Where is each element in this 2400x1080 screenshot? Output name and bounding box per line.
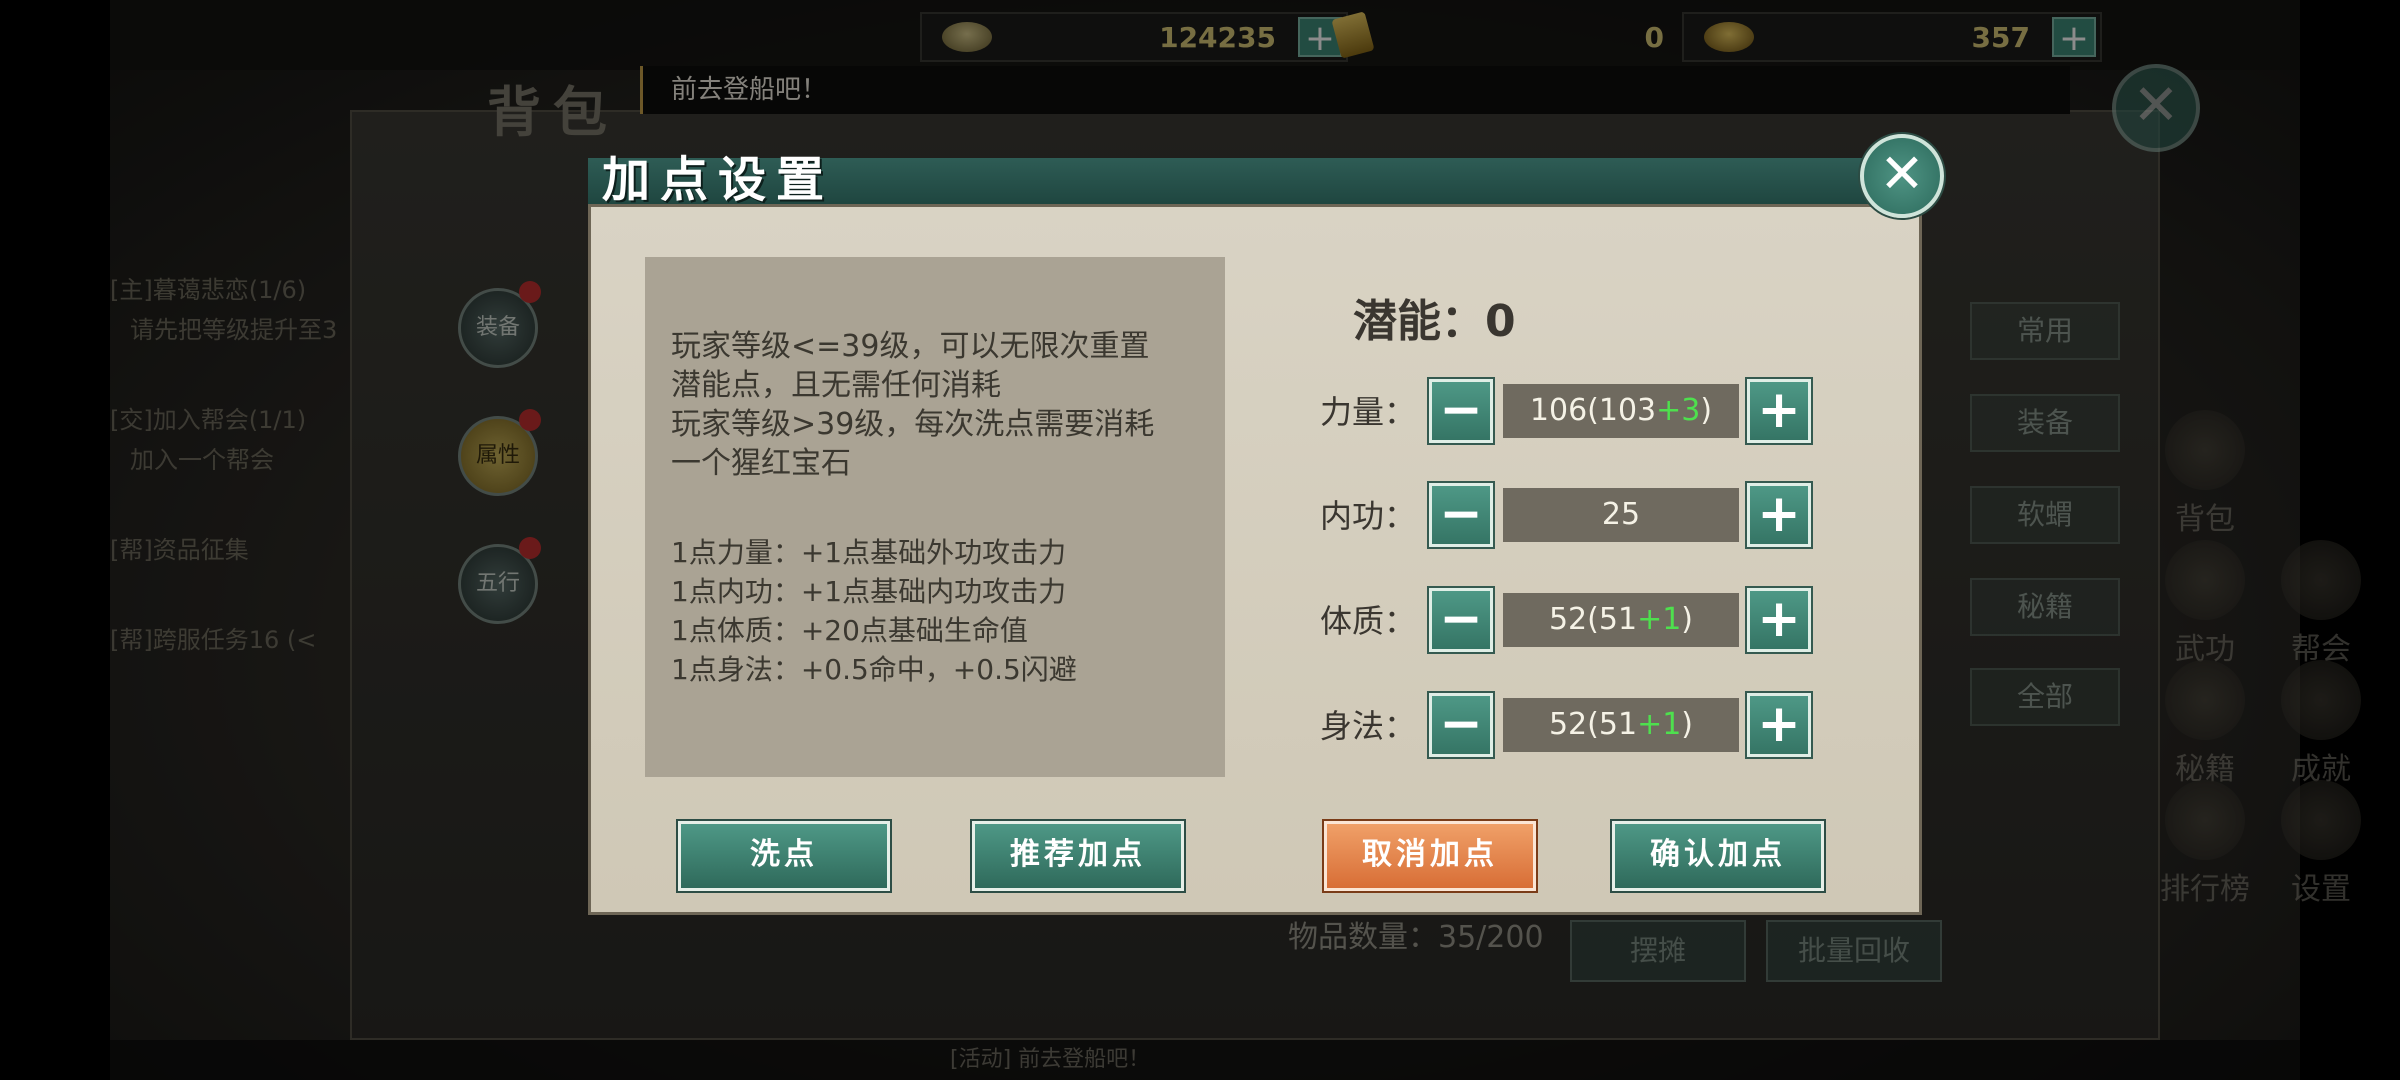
reset-rules-text: 玩家等级<=39级，可以无限次重置 潜能点，且无需任何消耗 玩家等级>39级，每… — [671, 327, 1211, 483]
info-line: 玩家等级>39级，每次洗点需要消耗 — [671, 407, 1155, 442]
decrease-constitution-button[interactable]: − — [1429, 588, 1493, 652]
agility-value: 52(51+1) — [1503, 698, 1739, 752]
potential-points: 潜能：0 — [1353, 296, 1516, 347]
stat-row-strength: 力量： − 106(103+3) + — [1281, 379, 1831, 443]
recommend-points-button[interactable]: 推荐加点 — [972, 821, 1184, 891]
dialog-body: 玩家等级<=39级，可以无限次重置 潜能点，且无需任何消耗 玩家等级>39级，每… — [588, 204, 1922, 915]
stat-base: 103 — [1598, 393, 1657, 428]
stat-effects-text: 1点力量：+1点基础外功攻击力 1点内功：+1点基础内功攻击力 1点体质：+20… — [671, 533, 1211, 689]
stat-label: 体质： — [1319, 602, 1416, 640]
inner-power-value: 25 — [1503, 488, 1739, 542]
stat-total: 52 — [1548, 602, 1588, 637]
confirm-points-button[interactable]: 确认加点 — [1612, 821, 1824, 891]
dialog-header: 加点设置 — [588, 152, 1922, 208]
close-icon[interactable]: ✕ — [1860, 134, 1944, 218]
increase-inner-power-button[interactable]: + — [1747, 483, 1811, 547]
stat-label: 力量： — [1319, 393, 1416, 431]
stat-total: 52 — [1548, 707, 1588, 742]
decrease-agility-button[interactable]: − — [1429, 693, 1493, 757]
cancel-points-button[interactable]: 取消加点 — [1324, 821, 1536, 891]
decrease-strength-button[interactable]: − — [1429, 379, 1493, 443]
stat-row-agility: 身法： − 52(51+1) + — [1281, 693, 1831, 757]
increase-strength-button[interactable]: + — [1747, 379, 1811, 443]
stat-base: 51 — [1598, 602, 1638, 637]
stat-total: 25 — [1601, 497, 1641, 532]
info-line: 一个猩红宝石 — [671, 446, 851, 481]
stat-added: +1 — [1637, 707, 1682, 742]
stat-row-inner-power: 内功： − 25 + — [1281, 483, 1831, 547]
dialog-title: 加点设置 — [602, 152, 835, 208]
reset-points-button[interactable]: 洗点 — [678, 821, 890, 891]
effect-line: 1点内功：+1点基础内功攻击力 — [671, 575, 1067, 608]
info-line: 潜能点，且无需任何消耗 — [671, 368, 1001, 403]
attribute-points-dialog: 加点设置 玩家等级<=39级，可以无限次重置 潜能点，且无需任何消耗 玩家等级>… — [588, 134, 1944, 915]
strength-value: 106(103+3) — [1503, 384, 1739, 438]
info-box: 玩家等级<=39级，可以无限次重置 潜能点，且无需任何消耗 玩家等级>39级，每… — [645, 257, 1225, 777]
stat-base: 51 — [1598, 707, 1638, 742]
effect-line: 1点力量：+1点基础外功攻击力 — [671, 536, 1067, 569]
constitution-value: 52(51+1) — [1503, 593, 1739, 647]
stat-added: +1 — [1637, 602, 1682, 637]
stat-label: 身法： — [1319, 707, 1416, 745]
increase-agility-button[interactable]: + — [1747, 693, 1811, 757]
effect-line: 1点身法：+0.5命中，+0.5闪避 — [671, 653, 1077, 686]
stat-total: 106 — [1529, 393, 1588, 428]
decrease-inner-power-button[interactable]: − — [1429, 483, 1493, 547]
stat-added: +3 — [1656, 393, 1701, 428]
info-line: 玩家等级<=39级，可以无限次重置 — [671, 329, 1150, 364]
stat-row-constitution: 体质： − 52(51+1) + — [1281, 588, 1831, 652]
stat-label: 内功： — [1319, 497, 1416, 535]
effect-line: 1点体质：+20点基础生命值 — [671, 614, 1028, 647]
increase-constitution-button[interactable]: + — [1747, 588, 1811, 652]
